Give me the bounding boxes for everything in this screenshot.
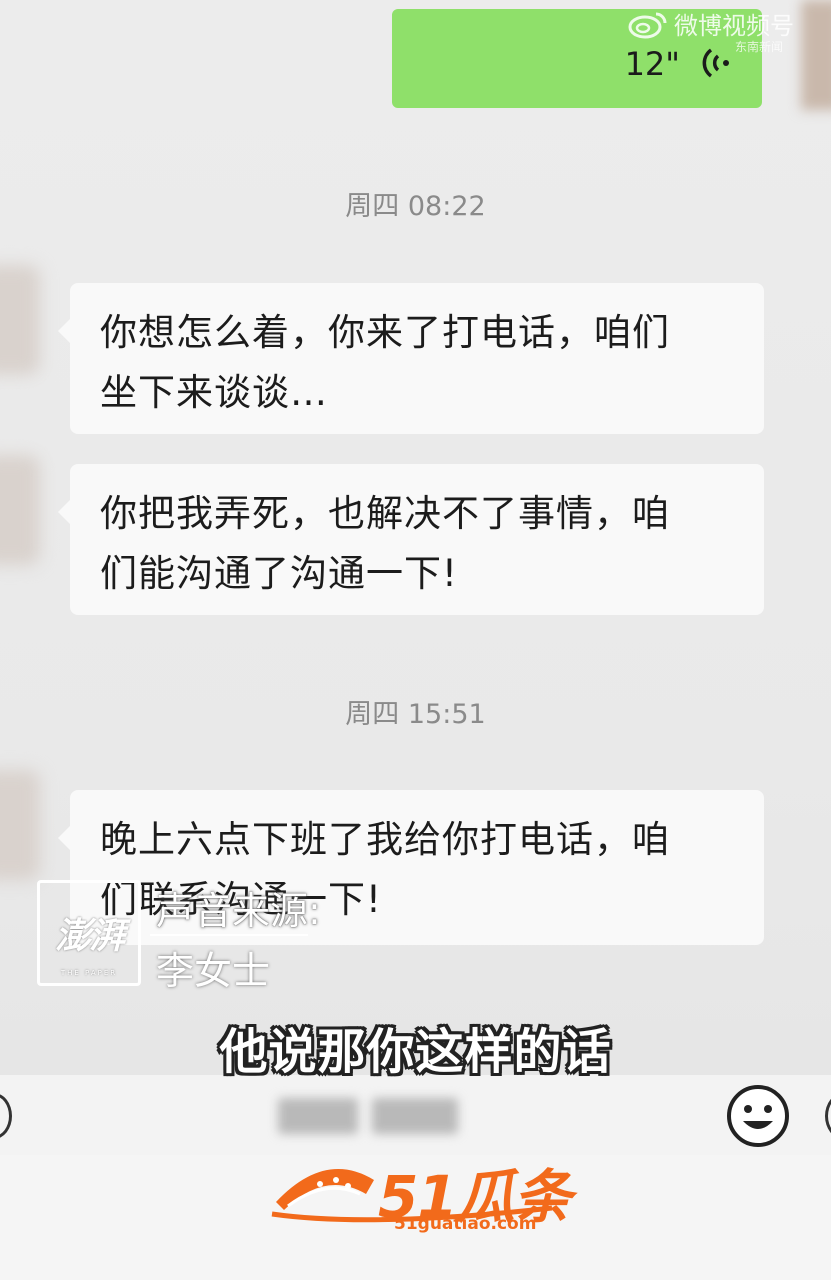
video-subtitle: 他说那你这样的话 [219,1024,612,1080]
message-line: 晚上六点下班了我给你打电话，咱 [100,818,670,861]
message-line: 坐下来谈谈… [100,371,328,414]
site-logo-url: 51guatiao.com [394,1214,537,1234]
blurred-text [372,1098,458,1134]
timestamp: 周四 08:22 [345,191,486,222]
thepaper-logo: 澎湃 THE PAPER [37,880,141,986]
thepaper-logo-text: 澎湃 [54,916,125,957]
source-name: 李女士 [156,949,271,993]
source-divider [150,934,308,936]
message-line: 们能沟通了沟通一下! [100,552,458,595]
blurred-avatar [0,265,40,375]
message-bubble[interactable]: 你把我弄死，也解决不了事情，咱 们能沟通了沟通一下! [58,464,764,615]
voice-duration: 12" [624,45,680,83]
blurred-avatar-right [801,0,831,110]
weibo-label: 微博视频号 [674,12,794,40]
weibo-watermark: 微博视频号 [628,6,794,41]
message-line: 你把我弄死，也解决不了事情，咱 [100,492,670,535]
weibo-icon [628,12,667,38]
voice-wave-icon [702,48,729,78]
chat-screen: 12" 微博视频号 东南新闻 周四 08:22 你想怎么着，你来了打电话，咱们 … [0,0,831,1280]
message-bubble[interactable]: 你想怎么着，你来了打电话，咱们 坐下来谈谈… [58,283,764,434]
blurred-avatar [0,455,40,565]
source-label: 声音来源: [156,889,321,933]
message-line: 你想怎么着，你来了打电话，咱们 [100,311,670,354]
blurred-avatar [0,770,40,880]
blurred-text [278,1098,358,1134]
weibo-source: 东南新闻 [735,40,784,54]
timestamp: 周四 15:51 [345,699,486,730]
emoji-icon[interactable] [725,1083,791,1149]
thepaper-logo-sub: THE PAPER [60,969,118,977]
